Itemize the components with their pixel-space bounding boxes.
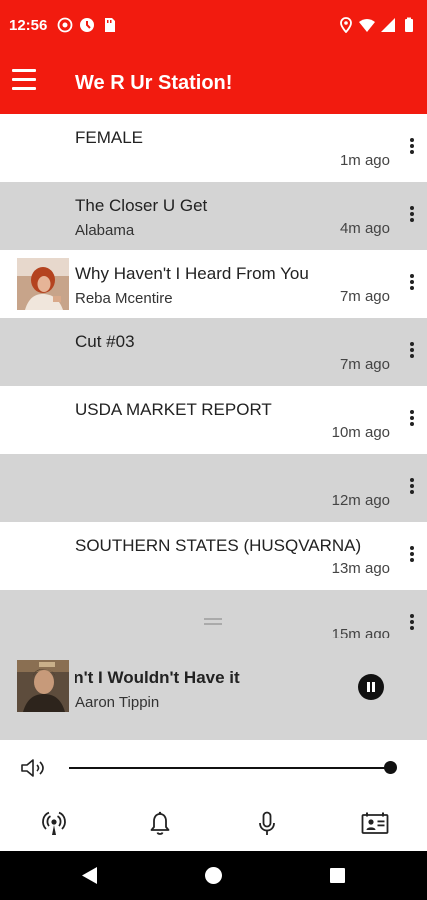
now-playing-title-marquee: Why Haven't I Wouldn't Have it [75,668,326,690]
home-icon[interactable] [205,867,222,884]
now-playing-artist: Aaron Tippin [75,694,160,711]
microphone-icon[interactable] [253,810,281,838]
contact-card-icon[interactable] [361,810,389,838]
back-icon[interactable] [82,867,98,884]
item-title: The Closer U Get [75,196,208,215]
volume-control [0,740,427,796]
now-playing-album-art [17,660,69,712]
item-time: 10m ago [331,424,390,441]
item-title: Cut #03 [75,332,135,351]
more-options-icon[interactable] [409,478,415,496]
media-notification-icon [57,17,73,33]
now-playing-bar[interactable]: Why Haven't I Wouldn't Have it Aaron Tip… [0,638,427,740]
list-item[interactable]: 12m ago [0,454,427,522]
recently-played-list[interactable]: FEMALE 1m ago The Closer U Get Alabama 4… [0,114,427,659]
pause-button[interactable] [358,674,384,700]
bottom-navigation [0,796,427,851]
more-options-icon[interactable] [409,546,415,564]
speaker-icon[interactable] [20,757,46,779]
item-title: Why Haven't I Heard From You [75,264,309,283]
item-time: 7m ago [339,356,390,373]
app-bar: We R Ur Station! [0,52,427,114]
item-title: USDA MARKET REPORT [75,400,272,419]
more-options-icon[interactable] [409,614,415,632]
battery-icon [405,17,413,32]
status-bar: 12:56 [0,0,427,52]
item-artist: Alabama [75,222,135,239]
volume-slider-thumb[interactable] [384,761,397,774]
bell-icon[interactable] [146,810,174,838]
system-navigation-bar [0,851,427,900]
podcast-icon[interactable] [40,810,68,838]
app-title: We R Ur Station! [75,72,233,94]
more-options-icon[interactable] [409,274,415,292]
item-title: SOUTHERN STATES (HUSQVARNA) [75,536,362,555]
status-time: 12:56 [9,17,48,34]
list-item[interactable]: The Closer U Get Alabama 4m ago [0,182,427,250]
system-status-icons [338,17,417,33]
list-item[interactable]: FEMALE 1m ago [0,114,427,182]
item-title: FEMALE [75,128,144,147]
list-item[interactable]: USDA MARKET REPORT 10m ago [0,386,427,454]
item-time: 7m ago [339,288,390,305]
more-options-icon[interactable] [409,410,415,428]
list-item[interactable]: Why Haven't I Heard From You Reba Mcenti… [0,250,427,318]
item-time: 4m ago [339,220,390,237]
sd-card-icon [105,18,115,32]
list-item[interactable]: Cut #03 7m ago [0,318,427,386]
signal-icon [381,18,395,32]
now-playing-title: Why Haven't I Wouldn't Have it [75,668,240,687]
volume-slider-track[interactable] [69,767,391,769]
item-time: 13m ago [331,560,390,577]
item-time: 12m ago [331,492,390,509]
more-options-icon[interactable] [409,138,415,156]
recents-icon[interactable] [330,868,345,883]
wifi-icon [359,19,375,32]
drag-handle[interactable] [204,618,222,626]
more-options-icon[interactable] [409,342,415,360]
list-item[interactable]: SOUTHERN STATES (HUSQVARNA) 13m ago [0,522,427,590]
album-art [17,258,69,310]
menu-icon[interactable] [12,69,36,95]
item-time: 1m ago [339,152,390,169]
data-saver-icon [80,18,94,32]
item-artist: Reba Mcentire [75,290,173,307]
location-icon [340,17,352,33]
notification-icons [57,17,117,33]
more-options-icon[interactable] [409,206,415,224]
